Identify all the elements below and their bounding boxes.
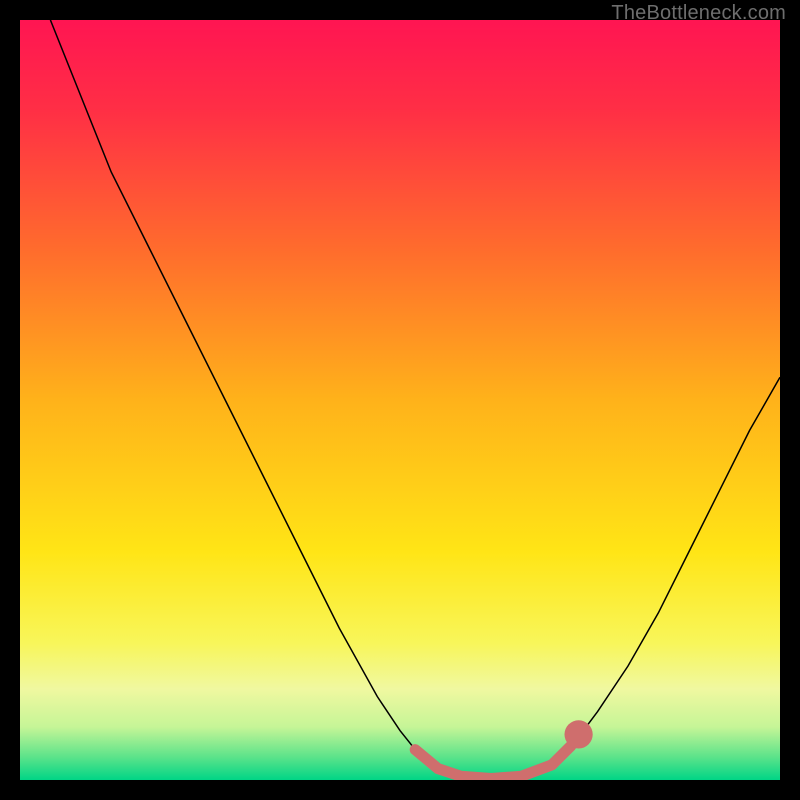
gradient-background bbox=[20, 20, 780, 780]
plot-area bbox=[20, 20, 780, 780]
bottleneck-chart bbox=[20, 20, 780, 780]
marker-layer bbox=[564, 720, 592, 748]
chart-container: TheBottleneck.com bbox=[0, 0, 800, 800]
marker-optimal-dot bbox=[564, 720, 592, 748]
